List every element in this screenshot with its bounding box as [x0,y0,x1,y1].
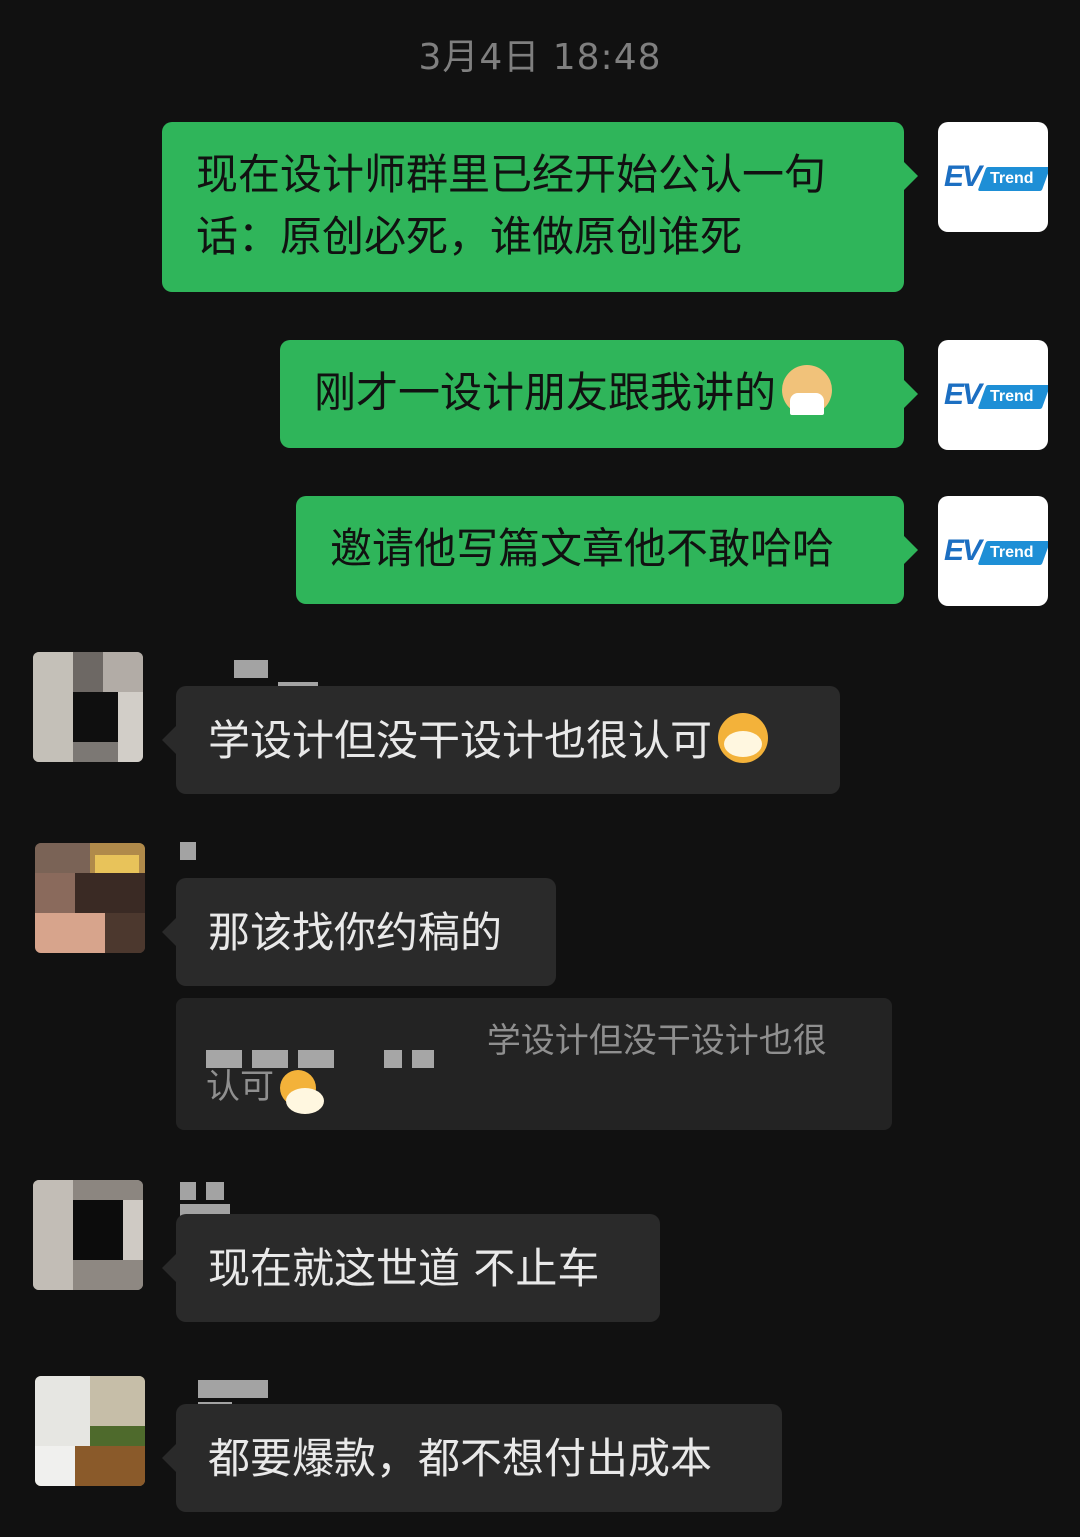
logo-word: Trend [990,170,1034,187]
cat-face-icon [280,1070,324,1114]
avatar-ev-trend[interactable]: EV Trend [938,340,1048,450]
message-bubble[interactable]: 刚才一设计朋友跟我讲的 [280,340,918,448]
person-shrugging-icon [782,365,833,415]
logo-mark: EV [944,534,982,567]
sender-name-blurred [180,1182,252,1244]
quote-line-2: 认可 [206,1064,862,1114]
logo-mark: EV [944,160,982,193]
avatar-blurred[interactable] [35,843,145,953]
message-text: 学设计但没干设计也很认可 [208,716,713,765]
message-bubble[interactable]: 邀请他写篇文章他不敢哈哈 [296,496,918,604]
sender-name-blurred [234,660,328,700]
message-text-line: 话：原创必死，谁做原创谁死 [196,212,743,261]
message-text: 邀请他写篇文章他不敢哈哈 [330,524,835,573]
quoted-sender-blurred [206,1034,476,1068]
sender-name-blurred [180,842,206,860]
message-bubble[interactable]: 学设计但没干设计也很认可 [162,686,840,794]
message-text: 都要爆款，都不想付出成本 [208,1434,713,1483]
avatar-ev-trend[interactable]: EV Trend [938,496,1048,606]
quote-text: 学设计但没干设计也很 [486,1021,827,1061]
message-bubble[interactable]: 现在就这世道 不止车 [162,1214,660,1322]
avatar-blurred[interactable] [35,1376,145,1486]
avatar-blurred[interactable] [33,1180,143,1290]
message-text: 那该找你约稿的 [208,908,503,957]
quote-line-1: 学设计但没干设计也很 [206,1018,862,1068]
quoted-reply[interactable]: 学设计但没干设计也很 认可 [176,998,892,1130]
message-bubble[interactable]: 现在设计师群里已经开始公认一句 话：原创必死，谁做原创谁死 [162,122,918,292]
logo-mark: EV [944,378,982,411]
logo-word: Trend [990,388,1034,405]
message-bubble[interactable]: 那该找你约稿的 [162,878,556,986]
sender-name-blurred [198,1380,278,1442]
avatar-ev-trend[interactable]: EV Trend [938,122,1048,232]
message-text-line: 现在设计师群里已经开始公认一句 [196,150,827,199]
message-text: 现在就这世道 不止车 [208,1244,600,1293]
message-text: 刚才一设计朋友跟我讲的 [314,368,777,417]
cat-face-icon [718,713,769,763]
chat-timestamp: 3月4日 18:48 [418,37,662,78]
message-bubble[interactable]: 都要爆款，都不想付出成本 [162,1404,782,1512]
quote-text: 认可 [206,1067,274,1107]
avatar-blurred[interactable] [33,652,143,762]
logo-word: Trend [990,544,1034,561]
